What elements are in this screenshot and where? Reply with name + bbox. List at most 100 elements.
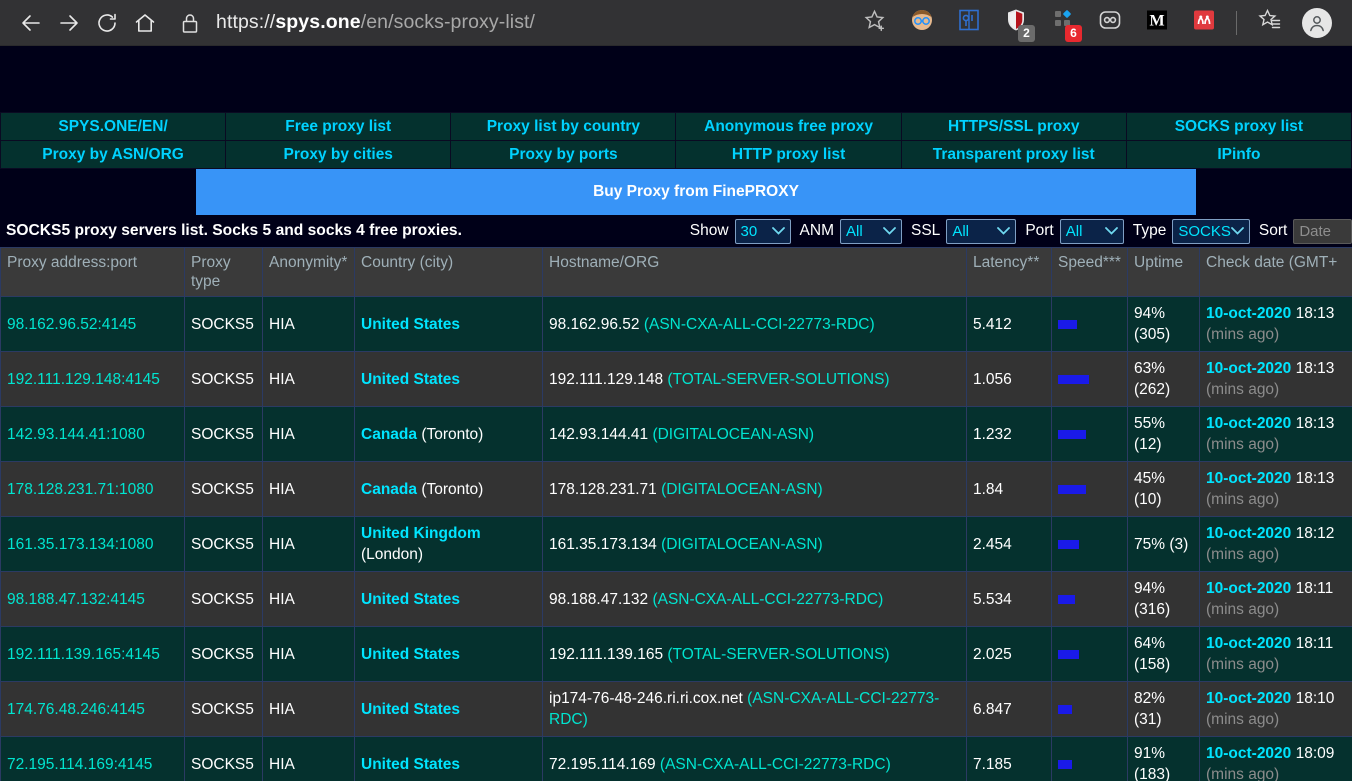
cell-hostname-org[interactable]: 98.162.96.52 (ASN-CXA-ALL-CCI-22773-RDC) (542, 296, 967, 352)
nav-item-http-proxy-list[interactable]: HTTP proxy list (675, 140, 902, 169)
cell-proxy-type: SOCKS5 (184, 461, 263, 517)
type-label: Type (1132, 222, 1167, 239)
ssl-select-value: All (952, 222, 969, 240)
port-select[interactable]: All (1059, 218, 1124, 244)
favorite-button[interactable] (851, 3, 898, 43)
show-select[interactable]: 30 (734, 218, 791, 244)
shield-extension-button[interactable]: 2 (992, 3, 1039, 43)
nav-item-proxy-by-ports[interactable]: Proxy by ports (450, 140, 677, 169)
th-proxy-type[interactable]: Proxy type (184, 247, 263, 297)
th-hostname-org[interactable]: Hostname/ORG (542, 247, 967, 297)
th-latency[interactable]: Latency** (966, 247, 1052, 297)
cell-check-date: 10-oct-2020 18:13 (mins ago) (1199, 296, 1352, 352)
th-speed[interactable]: Speed*** (1051, 247, 1128, 297)
th-country-city[interactable]: Country (city) (354, 247, 543, 297)
frame-extension-icon (956, 7, 982, 38)
cell-hostname-org[interactable]: 142.93.144.41 (DIGITALOCEAN-ASN) (542, 406, 967, 462)
cell-country-city[interactable]: United States (354, 626, 543, 682)
cell-country-city[interactable]: United States (354, 736, 543, 781)
cell-hostname-org[interactable]: 192.111.139.165 (TOTAL-SERVER-SOLUTIONS) (542, 626, 967, 682)
nav-item-proxy-by-cities[interactable]: Proxy by cities (225, 140, 452, 169)
frame-extension-button[interactable] (945, 3, 992, 43)
th-anonymity[interactable]: Anonymity* (262, 247, 355, 297)
medium-extension-button[interactable]: M (1133, 3, 1180, 43)
cell-anonymity: HIA (262, 516, 355, 572)
table-row: 98.162.96.52:4145 SOCKS5 HIA United States 9… (0, 296, 1352, 352)
mm-extension-icon (1191, 7, 1217, 38)
cell-proxy-type: SOCKS5 (184, 406, 263, 462)
nav-item-free-proxy-list[interactable]: Free proxy list (225, 112, 452, 141)
cell-hostname-org[interactable]: 72.195.114.169 (ASN-CXA-ALL-CCI-22773-RD… (542, 736, 967, 781)
cell-proxy-address[interactable]: 192.111.129.148:4145 (0, 351, 185, 407)
collections-button[interactable] (1246, 3, 1293, 43)
th-check-date[interactable]: Check date (GMT+ (1199, 247, 1352, 297)
speed-bar (1058, 704, 1073, 714)
avatar-extension-button[interactable] (898, 3, 945, 43)
cell-country-city[interactable]: United States (354, 571, 543, 627)
profile-button[interactable] (1293, 3, 1340, 43)
cell-proxy-address[interactable]: 161.35.173.134:1080 (0, 516, 185, 572)
page-top-spacer (0, 46, 1352, 112)
cell-speed (1051, 461, 1128, 517)
cell-proxy-address[interactable]: 192.111.139.165:4145 (0, 626, 185, 682)
cell-uptime: 91% (183) (1127, 736, 1200, 781)
cell-anonymity: HIA (262, 571, 355, 627)
cell-proxy-address[interactable]: 178.128.231.71:1080 (0, 461, 185, 517)
nav-row-primary: SPYS.ONE/EN/ Free proxy list Proxy list … (0, 112, 1352, 141)
cell-country-city[interactable]: United States (354, 351, 543, 407)
table-head: Proxy address:port Proxy type Anonymity*… (0, 247, 1352, 297)
address-bar[interactable]: https://spys.one/en/socks-proxy-list/ (174, 11, 851, 34)
nav-row-secondary: Proxy by ASN/ORG Proxy by cities Proxy b… (0, 140, 1352, 169)
forward-button[interactable] (50, 4, 88, 42)
cell-proxy-address[interactable]: 174.76.48.246:4145 (0, 681, 185, 737)
collections-icon (1257, 7, 1283, 38)
cell-anonymity: HIA (262, 406, 355, 462)
cell-hostname-org[interactable]: 178.128.231.71 (DIGITALOCEAN-ASN) (542, 461, 967, 517)
ssl-select[interactable]: All (946, 218, 1017, 244)
banner-right-spacer (1196, 169, 1352, 215)
grid-extension-button[interactable]: 6 (1039, 3, 1086, 43)
nav-item-transparent-proxy-list[interactable]: Transparent proxy list (900, 140, 1127, 169)
speed-bar (1058, 649, 1080, 659)
pocket-extension-button[interactable] (1086, 3, 1133, 43)
th-uptime[interactable]: Uptime (1127, 247, 1200, 297)
cell-proxy-address[interactable]: 142.93.144.41:1080 (0, 406, 185, 462)
cell-country-city[interactable]: United States (354, 681, 543, 737)
cell-country-city[interactable]: United States (354, 296, 543, 352)
anm-label: ANM (799, 222, 834, 239)
nav-item-https-ssl-proxy[interactable]: HTTPS/SSL proxy (900, 112, 1127, 141)
nav-item-ipinfo[interactable]: IPinfo (1125, 140, 1352, 169)
home-button[interactable] (126, 4, 164, 42)
nav-item-anonymous-free-proxy[interactable]: Anonymous free proxy (675, 112, 902, 141)
sort-select[interactable]: Date (1293, 218, 1352, 244)
nav-item-proxy-list-by-country[interactable]: Proxy list by country (450, 112, 677, 141)
port-label: Port (1025, 222, 1054, 239)
cell-country-city[interactable]: Canada (Toronto) (354, 406, 543, 462)
cell-check-date: 10-oct-2020 18:11 (mins ago) (1199, 571, 1352, 627)
show-label: Show (689, 222, 729, 239)
nav-item-spys-one-en[interactable]: SPYS.ONE/EN/ (0, 112, 227, 141)
mm-extension-button[interactable] (1180, 3, 1227, 43)
cell-country-city[interactable]: United Kingdom (London) (354, 516, 543, 572)
cell-hostname-org[interactable]: ip174-76-48-246.ri.ri.cox.net (ASN-CXA-A… (542, 681, 967, 737)
type-select[interactable]: SOCKS (1172, 218, 1250, 244)
cell-latency: 2.025 (966, 626, 1052, 682)
buy-proxy-banner[interactable]: Buy Proxy from FinePROXY (196, 169, 1196, 215)
nav-item-socks-proxy-list[interactable]: SOCKS proxy list (1125, 112, 1352, 141)
anm-select[interactable]: All (840, 218, 902, 244)
cell-hostname-org[interactable]: 98.188.47.132 (ASN-CXA-ALL-CCI-22773-RDC… (542, 571, 967, 627)
cell-proxy-address[interactable]: 98.162.96.52:4145 (0, 296, 185, 352)
url-host: spys.one (275, 11, 361, 33)
reload-button[interactable] (88, 4, 126, 42)
nav-item-proxy-by-asn-org[interactable]: Proxy by ASN/ORG (0, 140, 227, 169)
cell-hostname-org[interactable]: 161.35.173.134 (DIGITALOCEAN-ASN) (542, 516, 967, 572)
cell-hostname-org[interactable]: 192.111.129.148 (TOTAL-SERVER-SOLUTIONS) (542, 351, 967, 407)
back-button[interactable] (12, 4, 50, 42)
th-proxy-address[interactable]: Proxy address:port (0, 247, 185, 297)
cell-proxy-address[interactable]: 98.188.47.132:4145 (0, 571, 185, 627)
cell-check-date: 10-oct-2020 18:13 (mins ago) (1199, 461, 1352, 517)
speed-bar (1058, 484, 1087, 494)
cell-proxy-address[interactable]: 72.195.114.169:4145 (0, 736, 185, 781)
lock-icon (180, 12, 200, 34)
cell-country-city[interactable]: Canada (Toronto) (354, 461, 543, 517)
